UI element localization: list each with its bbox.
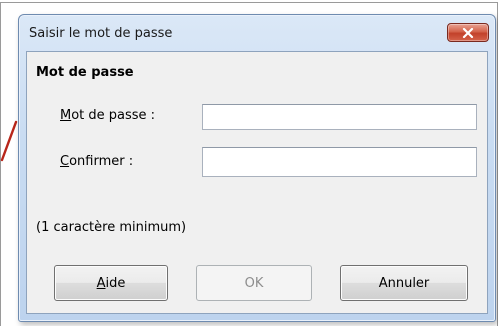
confirm-label-accel: C (60, 154, 70, 169)
confirm-label-text: onfirmer : (69, 154, 134, 169)
cancel-button[interactable]: Annuler (340, 265, 468, 301)
password-label-text: ot de passe : (71, 108, 156, 123)
minimum-length-hint: (1 caractère minimum) (36, 220, 187, 235)
dialog-content: Mot de passe Mot de passe : Confirmer : … (26, 51, 488, 314)
password-label-accel: M (60, 108, 72, 123)
close-button[interactable] (447, 23, 489, 42)
ok-button[interactable]: OK (196, 265, 312, 301)
arrow-pointer-icon (0, 118, 20, 166)
dialog-title: Saisir le mot de passe (29, 26, 173, 41)
help-button-text: ide (105, 275, 126, 291)
group-title: Mot de passe (36, 65, 134, 80)
confirm-label: Confirmer : (60, 154, 133, 169)
password-input[interactable] (202, 104, 477, 130)
screen: Saisir le mot de passe Mot de passe Mot … (0, 0, 498, 326)
help-button-accel: A (96, 275, 106, 291)
close-x-icon (462, 27, 474, 38)
confirm-password-input[interactable] (202, 147, 477, 177)
title-bar[interactable]: Saisir le mot de passe (19, 15, 495, 51)
password-label: Mot de passe : (60, 108, 155, 123)
background-window-edge-top (0, 2, 498, 3)
password-dialog: Saisir le mot de passe Mot de passe Mot … (18, 14, 496, 322)
help-button[interactable]: Aide (54, 265, 168, 301)
